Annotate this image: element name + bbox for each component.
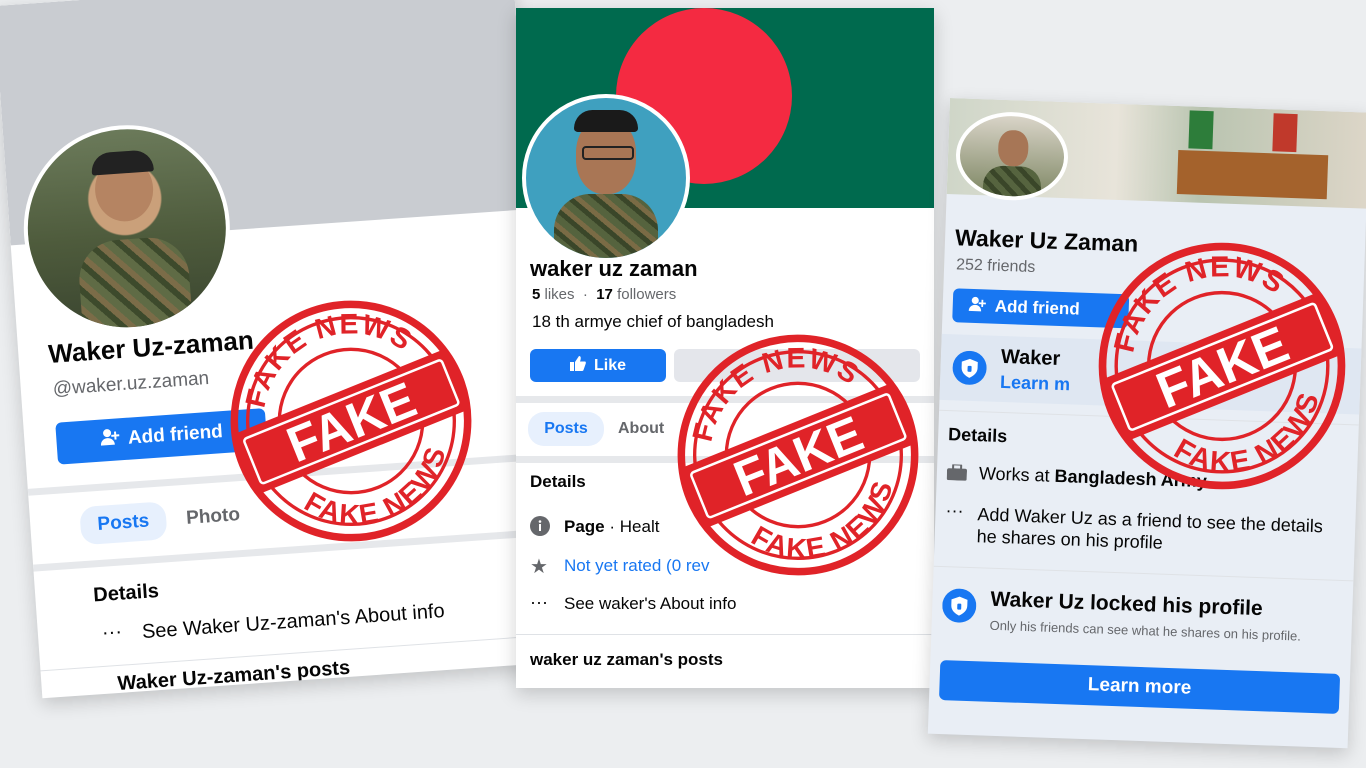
likes-label: likes [544,286,575,303]
stamp-center-text: FAKE [279,371,424,473]
add-friend-icon [968,295,987,317]
more-icon: ··· [530,592,548,612]
more-icon: ··· [101,620,123,644]
stamp-center-text: FAKE [726,405,871,507]
tab-posts[interactable]: Posts [79,501,168,546]
page-label: Page [564,517,605,536]
like-button[interactable]: Like [530,349,666,382]
lock-banner-link[interactable]: Learn m [1000,372,1071,395]
section-divider [933,565,1354,582]
page-name: waker uz zaman [530,256,698,281]
locked-title: Waker Uz locked his profile [990,587,1264,621]
page-stats: 5 likes · 17 followers [532,286,677,303]
row-divider [516,634,934,635]
locked-description: Only his friends can see what he shares … [989,617,1302,644]
page-bio: 18 th armye chief of bangladesh [532,312,774,331]
details-title: Details [947,424,1008,447]
stamp-center-text: FAKE [1149,315,1297,419]
about-info-link[interactable]: See Waker Uz-zaman's About info [141,600,445,644]
learn-more-button[interactable]: Learn more [938,660,1341,714]
followers-label: followers [617,286,677,303]
like-label: Like [593,356,626,374]
star-icon: ★ [530,556,548,578]
shield-icon [952,350,987,390]
works-at-prefix: Works at [978,463,1055,486]
likes-count: 5 [532,286,541,303]
details-title: Details [92,579,160,607]
tab-posts[interactable]: Posts [528,412,604,446]
page-category-text: · Healt [609,517,660,536]
lock-banner-title: Waker [1000,345,1061,371]
thumbs-up-icon [569,355,586,376]
add-friend-icon [99,427,121,452]
profile-avatar[interactable] [522,94,690,262]
shield-icon [942,588,977,628]
info-icon [530,516,550,541]
friends-count: 252 friends [955,256,1036,277]
learn-more-label: Learn more [1087,674,1192,699]
rating-link[interactable]: Not yet rated (0 rev [564,556,710,576]
posts-heading: waker uz zaman's posts [530,650,724,669]
profile-name: Waker Uz Zaman [954,224,1139,257]
followers-count: 17 [596,286,613,303]
page-category: Page · Healt [564,517,659,537]
